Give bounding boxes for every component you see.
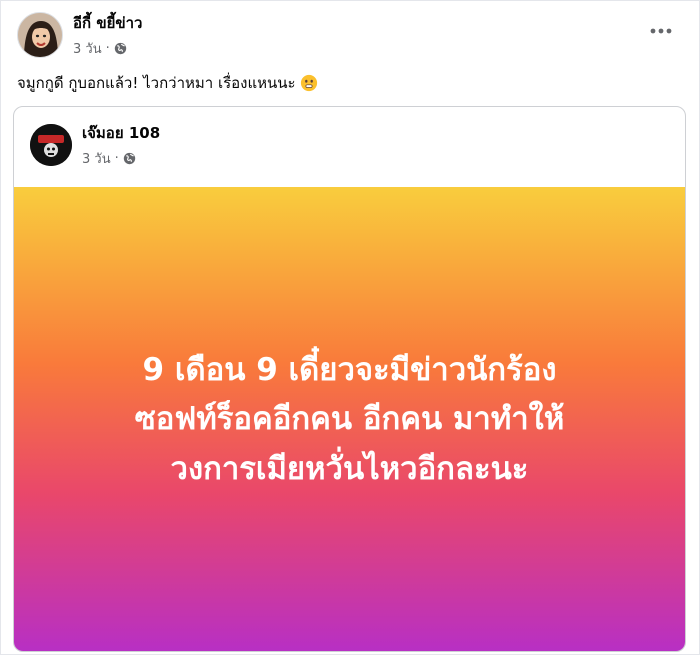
shared-author-avatar[interactable] xyxy=(30,124,72,166)
more-options-icon xyxy=(650,28,672,34)
author-block: อีกี้ ขยี้ข่าว 3 วัน · xyxy=(73,11,142,59)
post-text-line: ซอฟท์ร็อคอีกคน อีกคน มาทำให้ xyxy=(134,401,565,438)
shared-post[interactable]: เจ๊มอย 108 3 วัน · 9 เดือน 9 เดี๋ยวจะมีข… xyxy=(13,106,686,652)
gradient-post-text: 9 เดือน 9 เดี๋ยวจะมีข่าวนักร้อง ซอฟท์ร็อ… xyxy=(70,346,630,495)
facebook-post-card: อีกี้ ขยี้ข่าว 3 วัน · จมูกกูดี กูบอกแล้… xyxy=(0,0,700,655)
globe-icon xyxy=(114,42,126,55)
globe-icon xyxy=(123,152,135,165)
avatar-photo-icon xyxy=(18,13,62,57)
band-logo-icon xyxy=(30,124,72,166)
post-header: อีกี้ ขยี้ข่าว 3 วัน · xyxy=(17,11,142,59)
post-meta: 3 วัน · xyxy=(73,38,142,59)
meta-separator: · xyxy=(105,41,110,56)
shared-author-block: เจ๊มอย 108 3 วัน · xyxy=(82,121,160,169)
author-name[interactable]: อีกี้ ขยี้ข่าว xyxy=(73,11,142,35)
post-text-line: วงการเมียหวั่นไหวอีกละนะ xyxy=(170,450,529,487)
shared-post-header: เจ๊มอย 108 3 วัน · xyxy=(30,121,160,169)
post-text-line: 9 เดือน 9 เดี๋ยวจะมีข่าวนักร้อง xyxy=(142,351,557,388)
post-text: จมูกกูดี กูบอกแล้ว! ไวกว่าหมา เรื่องแหนน… xyxy=(17,71,318,95)
author-avatar[interactable] xyxy=(17,12,63,58)
shared-post-meta: 3 วัน · xyxy=(82,148,160,169)
shared-author-name[interactable]: เจ๊มอย 108 xyxy=(82,121,160,145)
more-options-button[interactable] xyxy=(645,19,677,43)
gradient-background-post: 9 เดือน 9 เดี๋ยวจะมีข่าวนักร้อง ซอฟท์ร็อ… xyxy=(14,187,685,651)
shared-post-timestamp[interactable]: 3 วัน xyxy=(82,148,111,169)
shushing-face-emoji-icon xyxy=(300,74,317,92)
post-caption: จมูกกูดี กูบอกแล้ว! ไวกว่าหมา เรื่องแหนน… xyxy=(17,74,296,92)
shared-meta-separator: · xyxy=(114,151,119,166)
post-timestamp[interactable]: 3 วัน xyxy=(73,38,102,59)
